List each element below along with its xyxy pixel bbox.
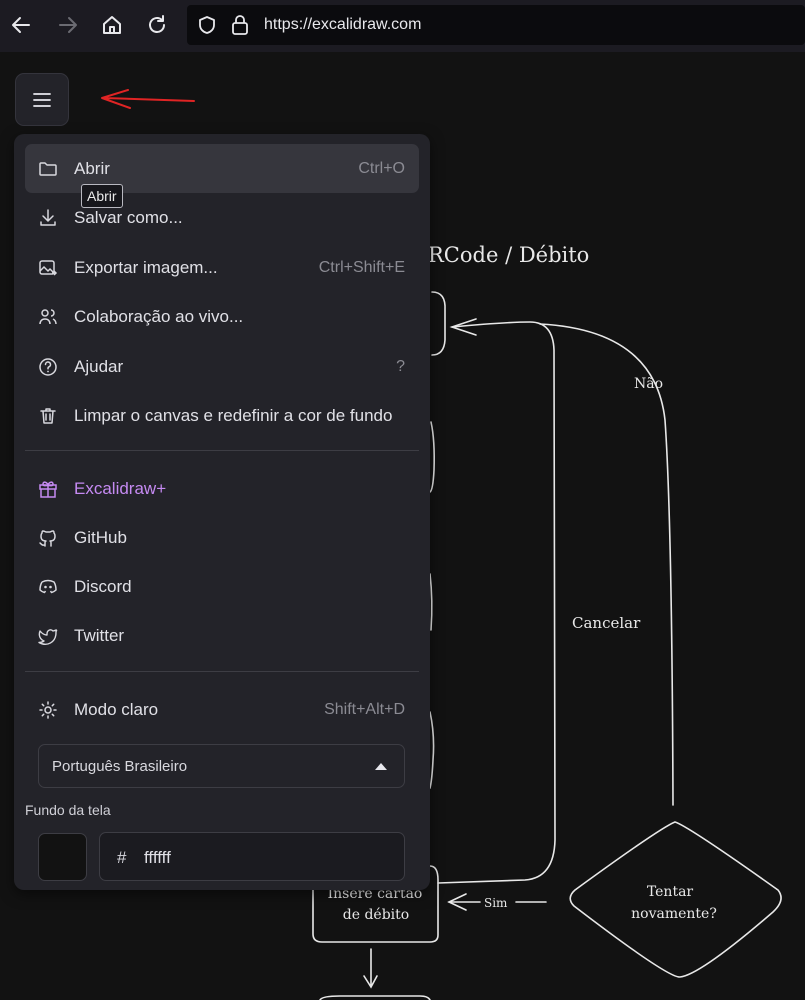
forward-button[interactable] xyxy=(53,10,83,40)
decision-text-2: novamente? xyxy=(631,906,717,922)
menu-item-shortcut: Ctrl+Shift+E xyxy=(318,258,405,276)
menu-divider xyxy=(25,450,419,451)
menu-item-label: Abrir xyxy=(74,158,110,178)
url-text: https://excalidraw.com xyxy=(264,16,422,33)
menu-item-label: Twitter xyxy=(74,625,125,645)
back-arrow-icon xyxy=(12,17,30,33)
language-select[interactable]: Português Brasileiro xyxy=(38,744,405,788)
sun-icon xyxy=(39,701,57,719)
menu-item-exportar-imagem[interactable]: Exportar imagem... Ctrl+Shift+E xyxy=(25,243,419,292)
box-edge-4 xyxy=(429,711,435,789)
menu-item-label: Salvar como... xyxy=(74,207,183,227)
trash-icon xyxy=(40,408,56,424)
box-edge-1 xyxy=(431,291,446,356)
next-box-top xyxy=(319,995,431,1000)
menu-item-shortcut: Shift+Alt+D xyxy=(324,700,405,718)
tooltip-abrir: Abrir xyxy=(81,184,123,208)
twitter-icon xyxy=(38,629,58,645)
browser-toolbar: https://excalidraw.com xyxy=(0,0,805,52)
menu-item-colaboracao[interactable]: Colaboração ao vivo... xyxy=(25,292,419,341)
down-arrow xyxy=(363,948,378,989)
hash-prefix: # xyxy=(117,848,127,867)
hex-value: ffffff xyxy=(144,848,171,867)
lock-icon xyxy=(232,15,248,35)
menu-item-label: Discord xyxy=(74,576,132,596)
home-icon xyxy=(103,16,121,34)
discord-icon xyxy=(39,579,57,594)
box-edge-3 xyxy=(429,573,433,631)
menu-item-label: Ajudar xyxy=(74,356,124,376)
back-button[interactable] xyxy=(6,10,36,40)
menu-item-modo-claro[interactable]: Modo claro Shift+Alt+D xyxy=(25,685,419,734)
menu-item-shortcut: ? xyxy=(396,357,405,375)
menu-divider xyxy=(25,671,419,672)
label-sim: Sim xyxy=(484,896,508,910)
menu-item-limpar-canvas[interactable]: Limpar o canvas e redefinir a cor de fun… xyxy=(25,391,419,440)
cancel-loop-line xyxy=(437,321,556,884)
decision-text-1: Tentar xyxy=(647,884,694,900)
reload-icon xyxy=(149,15,165,33)
menu-item-label: Colaboração ao vivo... xyxy=(74,306,244,326)
nao-line xyxy=(539,323,674,806)
background-color-label: Fundo da tela xyxy=(25,802,111,818)
hamburger-icon xyxy=(33,92,51,107)
canvas-title-fragment: RCode / Débito xyxy=(428,243,589,267)
menu-item-ajudar[interactable]: Ajudar ? xyxy=(25,342,419,391)
github-icon xyxy=(39,530,56,547)
menu-link-excalidraw-plus[interactable]: Excalidraw+ xyxy=(25,464,419,513)
gift-icon xyxy=(39,481,57,498)
menu-link-twitter[interactable]: Twitter xyxy=(25,611,419,660)
reload-button[interactable] xyxy=(142,10,172,40)
download-icon xyxy=(40,209,56,226)
menu-item-shortcut: Ctrl+O xyxy=(358,159,405,177)
folder-icon xyxy=(39,162,57,176)
caret-up-icon xyxy=(375,763,387,770)
forward-arrow-icon xyxy=(59,17,77,33)
users-icon xyxy=(39,309,57,325)
menu-item-label: Excalidraw+ xyxy=(74,478,167,498)
menu-item-label: Exportar imagem... xyxy=(74,257,218,277)
home-button[interactable] xyxy=(97,10,127,40)
label-cancelar: Cancelar xyxy=(572,614,641,632)
menu-link-discord[interactable]: Discord xyxy=(25,562,419,611)
menu-link-github[interactable]: GitHub xyxy=(25,513,419,562)
menu-item-label: Modo claro xyxy=(74,699,159,719)
address-bar[interactable]: https://excalidraw.com xyxy=(187,5,805,45)
shield-icon xyxy=(199,16,215,34)
card-box-text-2: de débito xyxy=(343,907,409,923)
main-menu-button[interactable] xyxy=(15,73,69,126)
help-icon xyxy=(39,358,57,376)
export-image-icon xyxy=(39,260,58,276)
language-selected-value: Português Brasileiro xyxy=(52,758,188,775)
background-color-swatch[interactable] xyxy=(38,833,87,881)
menu-item-label: Limpar o canvas e redefinir a cor de fun… xyxy=(74,405,393,425)
menu-item-label: GitHub xyxy=(74,527,127,547)
label-nao: Não xyxy=(634,376,663,392)
background-hex-input[interactable]: # ffffff xyxy=(99,832,405,881)
red-arrow-hamburger xyxy=(101,89,195,109)
box-edge-2 xyxy=(429,421,435,493)
